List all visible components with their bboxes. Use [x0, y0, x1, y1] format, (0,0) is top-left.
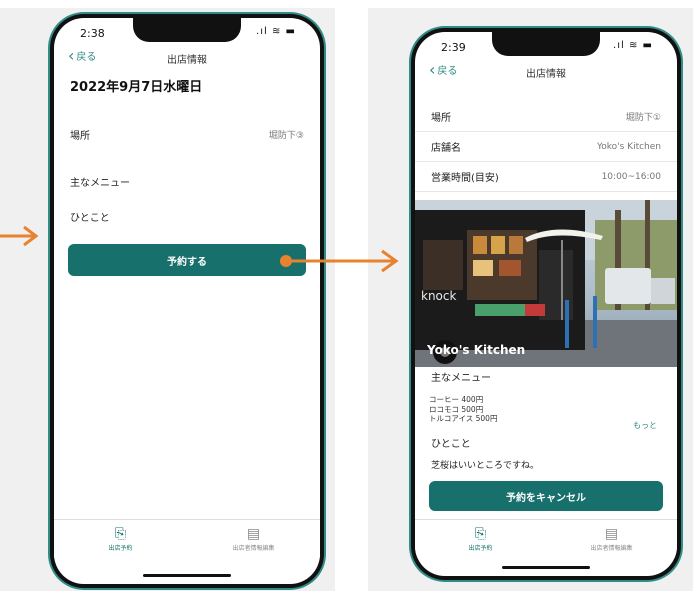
phone-right: 2:39 .ıl ≋ ▬ ‹ 戻る 出店情報 場所 堀防下① 店舗名 Yoko'…: [411, 28, 681, 580]
photo-caption: Yoko's Kitchen: [427, 343, 526, 357]
wifi-icon: ≋: [628, 40, 639, 51]
list-item: トルコアイス 500円: [429, 414, 498, 423]
page-title: 出店情報: [167, 55, 207, 66]
reserve-icon: ⎘: [474, 525, 487, 542]
store-icon: ▤: [604, 525, 619, 542]
row-label: 店舗名: [431, 143, 461, 154]
row-label: ひとこと: [70, 212, 110, 224]
signal-icon: .ıl: [256, 26, 268, 37]
list-item: コーヒー 400円: [429, 395, 484, 404]
home-indicator: [502, 566, 590, 569]
food-truck-illustration: knock: [415, 200, 677, 367]
food-truck-photo: knock Yoko's Kitchen: [415, 200, 677, 367]
tab-reserve[interactable]: ⎘ 出店予約: [54, 520, 187, 558]
row-value: Yoko's Kitchen: [596, 141, 661, 152]
tab-label: 出店者情報編集: [232, 544, 275, 552]
row-label: 場所: [431, 113, 451, 124]
tab-bar: ⎘ 出店予約 ▤ 出店者情報編集: [54, 519, 320, 558]
status-time: 2:39: [441, 41, 466, 54]
menu-list: コーヒー 400円 ロコモコ 500円 トルコアイス 500円: [429, 395, 497, 424]
tab-label: 出店予約: [468, 544, 493, 552]
row-label: 営業時間(目安): [431, 173, 499, 184]
signal-icon: .ıl: [613, 40, 625, 51]
reserve-button[interactable]: 予約する: [68, 244, 306, 276]
date-heading: 2022年9月7日水曜日: [70, 80, 203, 95]
comment-text: 芝桜はいいところですね。: [431, 460, 540, 471]
info-row-store-name: 店舗名 Yoko's Kitchen: [415, 132, 677, 162]
info-row-location: 場所 堀防下①: [415, 102, 677, 132]
comment-text-row: 芝桜はいいところですね。: [415, 456, 677, 472]
phone-notch: [492, 32, 600, 56]
transition-flow-arrow: [280, 249, 399, 273]
menu-heading-row: 主なメニュー: [415, 368, 677, 384]
page-title: 出店情報: [526, 69, 566, 80]
truck-logo-text: knock: [421, 289, 456, 303]
info-row-menu: 主なメニュー: [54, 173, 320, 189]
tab-store-edit[interactable]: ▤ 出店者情報編集: [187, 520, 320, 558]
tab-store-edit[interactable]: ▤ 出店者情報編集: [546, 520, 677, 558]
home-indicator: [143, 574, 231, 577]
right-screen: 2:39 .ıl ≋ ▬ ‹ 戻る 出店情報 場所 堀防下① 店舗名 Yoko'…: [415, 32, 677, 576]
incoming-flow-arrow: [0, 225, 39, 247]
store-icon: ▤: [246, 525, 261, 542]
left-screen: 2:38 .ıl ≋ ▬ ‹ 戻る 出店情報 2022年9月7日水曜日 場所 堀…: [54, 18, 320, 584]
cancel-reservation-button[interactable]: 予約をキャンセル: [429, 481, 663, 511]
info-row-hours: 営業時間(目安) 10:00~16:00: [415, 162, 677, 192]
battery-icon: ▬: [285, 26, 296, 37]
status-icons: .ıl ≋ ▬: [613, 40, 653, 51]
tab-label: 出店予約: [108, 544, 133, 552]
comment-heading: ひとこと: [431, 438, 471, 450]
phone-left: 2:38 .ıl ≋ ▬ ‹ 戻る 出店情報 2022年9月7日水曜日 場所 堀…: [50, 14, 324, 588]
info-row-location: 場所 堀防下③: [54, 126, 320, 142]
row-label: 主なメニュー: [70, 177, 130, 189]
status-time: 2:38: [80, 27, 105, 40]
phone-notch: [133, 18, 241, 42]
list-item: ロコモコ 500円: [429, 404, 484, 414]
status-icons: .ıl ≋ ▬: [256, 26, 296, 37]
tab-bar: ⎘ 出店予約 ▤ 出店者情報編集: [415, 519, 677, 558]
more-link[interactable]: もっと: [633, 420, 657, 431]
tab-reserve[interactable]: ⎘ 出店予約: [415, 520, 546, 558]
menu-heading: 主なメニュー: [431, 372, 491, 384]
row-value: 10:00~16:00: [601, 171, 661, 182]
battery-icon: ▬: [642, 40, 653, 51]
comment-heading-row: ひとこと: [415, 434, 677, 450]
row-value: 堀防下①: [625, 113, 661, 123]
wifi-icon: ≋: [271, 26, 282, 37]
tab-label: 出店者情報編集: [590, 544, 633, 552]
reserve-icon: ⎘: [114, 525, 127, 542]
row-label: 場所: [70, 130, 90, 142]
info-row-comment: ひとこと: [54, 208, 320, 224]
row-value: 堀防下③: [268, 130, 304, 141]
